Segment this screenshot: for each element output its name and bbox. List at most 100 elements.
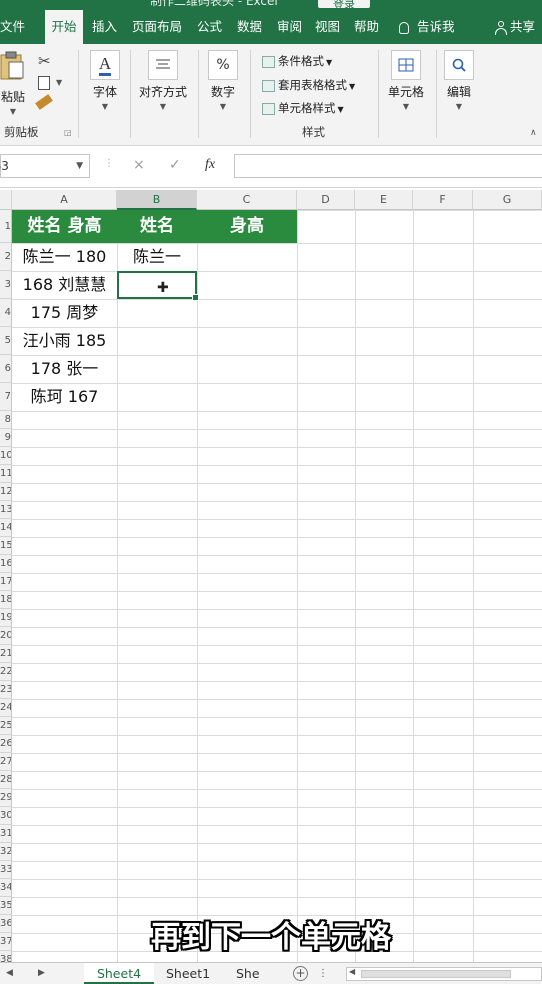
row-header[interactable]: 17 (0, 573, 12, 591)
row-header[interactable]: 28 (0, 771, 12, 789)
row-header[interactable]: 1 (0, 210, 12, 243)
tab-help[interactable]: 帮助 (354, 10, 379, 44)
row-header[interactable]: 13 (0, 501, 12, 519)
tab-review[interactable]: 审阅 (277, 10, 302, 44)
row-header[interactable]: 4 (0, 299, 12, 327)
collapse-ribbon-icon[interactable]: ∧ (530, 128, 537, 138)
paste-dropdown-icon[interactable]: ▼ (0, 107, 26, 116)
add-sheet-icon[interactable]: + (293, 966, 308, 981)
row-header[interactable]: 11 (0, 465, 12, 483)
paste-button[interactable]: 粘贴 ▼ (0, 50, 26, 116)
row-header[interactable]: 33 (0, 861, 12, 879)
name-box[interactable]: B3 ▼ (0, 154, 90, 178)
cancel-icon[interactable]: × (133, 157, 145, 173)
row-header[interactable]: 3 (0, 271, 12, 299)
sheet-tab-sheet1[interactable]: Sheet1 (166, 963, 210, 984)
number-button[interactable]: % 数字 ▼ (206, 50, 240, 111)
tab-insert[interactable]: 插入 (92, 10, 117, 44)
header-cell-a1[interactable]: 姓名 身高 (12, 210, 117, 243)
formula-input[interactable] (234, 154, 542, 178)
select-all-corner[interactable] (0, 190, 12, 210)
cell-styles-button[interactable]: 单元格样式 ▼ (262, 98, 344, 118)
row-header[interactable]: 26 (0, 735, 12, 753)
tab-file[interactable]: 文件 (0, 10, 25, 44)
login-button[interactable]: 登录 (318, 0, 370, 10)
copy-icon[interactable] (38, 76, 50, 90)
cells-button[interactable]: 单元格 ▼ (384, 50, 428, 111)
format-painter-icon[interactable] (35, 94, 53, 110)
conditional-format-button[interactable]: 条件格式 ▼ (262, 51, 332, 71)
row-header[interactable]: 8 (0, 411, 12, 429)
cell-a3[interactable]: 168 刘慧慧 (12, 271, 117, 299)
scroll-left-icon[interactable]: ◀ (349, 967, 355, 976)
column-header-f[interactable]: F (413, 190, 473, 210)
divider (378, 50, 379, 138)
cell-a6[interactable]: 178 张一 (12, 355, 117, 383)
cell-a7[interactable]: 陈珂 167 (12, 383, 117, 411)
editing-button[interactable]: 编辑 ▼ (442, 50, 476, 111)
column-header-d[interactable]: D (297, 190, 355, 210)
insert-function-icon[interactable]: fx (205, 157, 215, 173)
row-header[interactable]: 15 (0, 537, 12, 555)
row-header[interactable]: 32 (0, 843, 12, 861)
sheet-tab-sheet4[interactable]: Sheet4 (84, 963, 154, 984)
share-button[interactable]: 共享 (494, 10, 535, 44)
worksheet-grid[interactable]: A B C D E F G 1 2 3 4 5 6 7 8 9 10 11 12 13 14 15 16 17 1… (0, 190, 542, 962)
format-as-table-button[interactable]: 套用表格格式 ▼ (262, 75, 355, 95)
row-header[interactable]: 16 (0, 555, 12, 573)
cell-a4[interactable]: 175 周梦 (12, 299, 117, 327)
tab-view[interactable]: 视图 (315, 10, 340, 44)
column-header-g[interactable]: G (473, 190, 542, 210)
cell-b2[interactable]: 陈兰一 (117, 243, 197, 271)
row-header[interactable]: 34 (0, 879, 12, 897)
alignment-button[interactable]: 对齐方式 ▼ (136, 50, 190, 111)
column-header-b[interactable]: B (117, 190, 197, 210)
row-header[interactable]: 25 (0, 717, 12, 735)
row-header[interactable]: 27 (0, 753, 12, 771)
row-header[interactable]: 6 (0, 355, 12, 383)
row-header[interactable]: 29 (0, 789, 12, 807)
row-header[interactable]: 23 (0, 681, 12, 699)
prev-sheet-icon[interactable]: ◀ (6, 963, 13, 983)
row-header[interactable]: 24 (0, 699, 12, 717)
row-header[interactable]: 5 (0, 327, 12, 355)
row-header[interactable]: 10 (0, 447, 12, 465)
row-header[interactable]: 30 (0, 807, 12, 825)
enter-icon[interactable]: ✓ (169, 157, 181, 173)
cell-a2[interactable]: 陈兰一 180 (12, 243, 117, 271)
cell-a5[interactable]: 汪小雨 185 (12, 327, 117, 355)
cut-icon[interactable]: ✂ (38, 52, 51, 70)
header-cell-b1[interactable]: 姓名 (117, 210, 197, 243)
row-header[interactable]: 21 (0, 645, 12, 663)
row-header[interactable]: 20 (0, 627, 12, 645)
column-header-a[interactable]: A (12, 190, 117, 210)
row-header[interactable]: 22 (0, 663, 12, 681)
sheet-tab-more[interactable]: She (236, 963, 260, 984)
horizontal-scrollbar[interactable]: ◀ (346, 967, 542, 981)
row-header[interactable]: 7 (0, 383, 12, 411)
font-button[interactable]: A 字体 ▼ (88, 50, 122, 111)
row-header[interactable]: 2 (0, 243, 12, 271)
row-header[interactable]: 31 (0, 825, 12, 843)
dialog-launcher-icon[interactable]: ◲ (64, 128, 72, 137)
next-sheet-icon[interactable]: ▶ (38, 963, 45, 983)
column-header-e[interactable]: E (355, 190, 413, 210)
tab-home[interactable]: 开始 (45, 10, 83, 44)
tab-data[interactable]: 数据 (237, 10, 262, 44)
tab-page-layout[interactable]: 页面布局 (132, 10, 182, 44)
copy-dropdown-icon[interactable]: ▼ (56, 78, 62, 87)
scrollbar-thumb[interactable] (361, 970, 511, 978)
column-header-c[interactable]: C (197, 190, 297, 210)
header-cell-c1[interactable]: 身高 (197, 210, 297, 243)
tell-me-box[interactable]: 告诉我 (399, 10, 455, 44)
tab-formulas[interactable]: 公式 (197, 10, 222, 44)
row-header[interactable]: 14 (0, 519, 12, 537)
fill-handle[interactable] (192, 294, 199, 301)
row-gridline (12, 627, 542, 628)
row-header[interactable]: 18 (0, 591, 12, 609)
row-header[interactable]: 19 (0, 609, 12, 627)
row-header[interactable]: 9 (0, 429, 12, 447)
row-header[interactable]: 12 (0, 483, 12, 501)
row-gridline (12, 717, 542, 718)
divider (198, 50, 199, 138)
